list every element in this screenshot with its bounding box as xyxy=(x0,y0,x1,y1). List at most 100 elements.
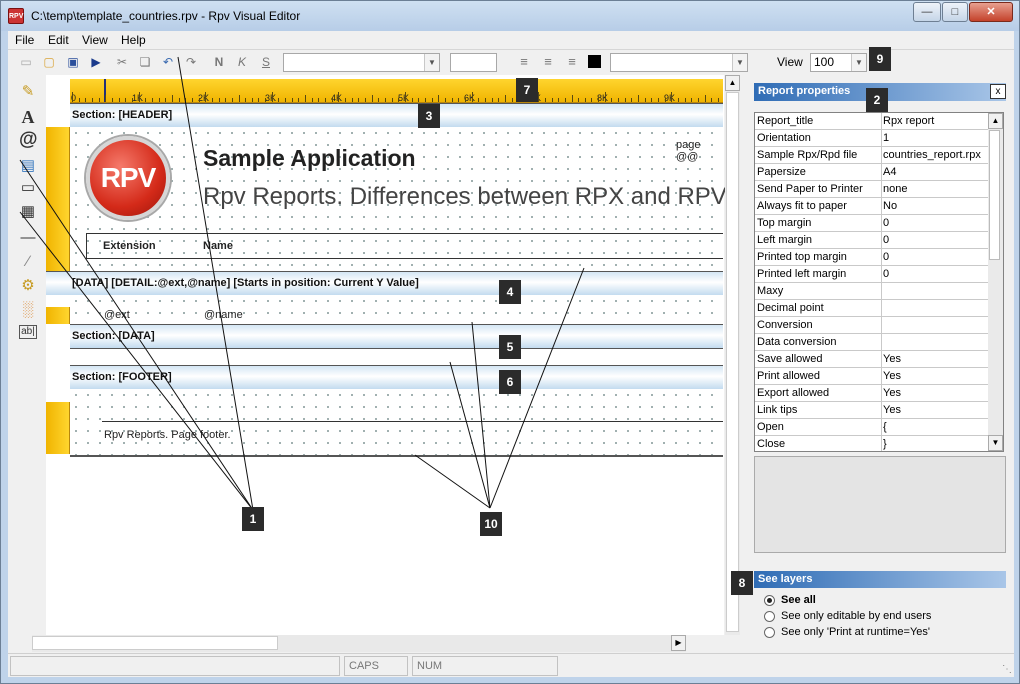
property-value[interactable]: Yes xyxy=(883,353,989,365)
property-value[interactable]: } xyxy=(883,438,989,450)
property-value[interactable]: A4 xyxy=(883,166,989,178)
properties-grid[interactable]: Report_title Rpx report Orientation 1 Sample… xyxy=(754,112,1004,452)
section-header-bar[interactable]: Section: [HEADER] xyxy=(70,103,723,127)
menu-view[interactable]: View xyxy=(82,33,108,47)
layer-radio-editable[interactable] xyxy=(764,611,775,622)
bold-button[interactable]: N xyxy=(211,54,227,70)
style-combo[interactable]: ▼ xyxy=(610,53,748,72)
align-left-icon[interactable]: ≡ xyxy=(516,54,532,70)
new-file-icon[interactable]: ▭ xyxy=(18,54,34,70)
scroll-right-icon[interactable]: ▶ xyxy=(671,635,686,651)
run-preview-icon[interactable]: ▶ xyxy=(88,54,104,70)
section-detail-bar[interactable]: [DATA] [DETAIL:@ext,@name] [Starts in po… xyxy=(46,271,723,295)
property-row[interactable]: Close} xyxy=(755,436,989,451)
property-row[interactable]: Send Paper to Printer none xyxy=(755,181,989,198)
property-value[interactable]: { xyxy=(883,421,989,433)
font-size-field[interactable] xyxy=(450,53,497,72)
column-name-label[interactable]: Name xyxy=(203,240,233,252)
chevron-down-icon[interactable]: ▼ xyxy=(424,54,439,71)
property-value[interactable]: 1 xyxy=(883,132,989,144)
property-row[interactable]: Save allowed Yes xyxy=(755,351,989,368)
layer-radio-print-runtime[interactable] xyxy=(764,627,775,638)
section-footer-bar[interactable]: Section: [FOOTER] xyxy=(70,365,723,389)
align-right-icon[interactable]: ≡ xyxy=(564,54,580,70)
property-value[interactable]: countries_report.rpx xyxy=(883,149,989,161)
text-tool-icon[interactable]: A xyxy=(19,108,37,126)
menu-edit[interactable]: Edit xyxy=(48,33,69,47)
scroll-up-icon[interactable]: ▲ xyxy=(988,113,1003,129)
property-row[interactable]: Printed left margin 0 xyxy=(755,266,989,283)
property-value[interactable]: Yes xyxy=(883,370,989,382)
horizontal-line-tool-icon[interactable]: — xyxy=(19,229,37,247)
property-value[interactable]: 0 xyxy=(883,234,989,246)
data-band[interactable] xyxy=(70,348,723,365)
image-tool-icon[interactable]: ▤ xyxy=(19,157,37,175)
property-row[interactable]: Printed top margin 0 xyxy=(755,249,989,266)
rectangle-tool-icon[interactable]: ▭ xyxy=(19,179,37,197)
report-subtitle-label[interactable]: Rpv Reports. Differences between RPX and… xyxy=(203,183,727,211)
resize-grip-icon[interactable]: ⋱ xyxy=(1002,664,1012,675)
italic-button[interactable]: K xyxy=(234,54,250,70)
layer-option-label[interactable]: See all xyxy=(781,594,816,606)
minimize-button[interactable]: — xyxy=(913,2,941,22)
layer-option-label[interactable]: See only 'Print at runtime=Yes' xyxy=(781,626,930,638)
design-canvas[interactable]: 0 1K 2K 3K 4K 5K 6K 7K 8K 9K Section: [H… xyxy=(46,75,727,635)
header-band[interactable]: RPV Sample Application Rpv Reports. Diff… xyxy=(70,127,727,271)
page-number-field[interactable]: page @@ xyxy=(676,139,723,163)
vertical-scrollbar[interactable]: ▲ xyxy=(725,75,740,635)
field-name[interactable]: @name xyxy=(204,309,243,321)
property-row[interactable]: Report_title Rpx report xyxy=(755,113,989,130)
barcode-tool-icon[interactable]: ▦ xyxy=(19,203,37,221)
scroll-up-icon[interactable]: ▲ xyxy=(725,75,740,91)
close-window-button[interactable]: ✕ xyxy=(969,2,1013,22)
property-value[interactable]: Rpx report xyxy=(883,115,989,127)
property-row[interactable]: Orientation 1 xyxy=(755,130,989,147)
subreport-tool-icon[interactable]: ⚙ xyxy=(19,277,37,295)
footer-text[interactable]: Rpv Reports. Page footer. xyxy=(104,429,231,441)
property-row[interactable]: Print allowed Yes xyxy=(755,368,989,385)
close-properties-icon[interactable]: x xyxy=(990,84,1006,99)
properties-scrollbar[interactable]: ▲ ▼ xyxy=(988,113,1003,451)
property-row[interactable]: Maxy xyxy=(755,283,989,300)
footer-band[interactable]: Rpv Reports. Page footer. xyxy=(70,389,723,457)
zoom-combo[interactable]: 100 ▼ xyxy=(810,53,867,72)
property-row[interactable]: Papersize A4 xyxy=(755,164,989,181)
maximize-button[interactable]: □ xyxy=(942,2,968,22)
column-header-box[interactable]: Extension Name xyxy=(86,233,723,259)
copy-icon[interactable]: ❏ xyxy=(137,54,153,70)
chevron-down-icon[interactable]: ▼ xyxy=(851,54,866,71)
menu-help[interactable]: Help xyxy=(121,33,146,47)
horizontal-scroll-thumb[interactable] xyxy=(32,636,278,650)
cut-icon[interactable]: ✂ xyxy=(114,54,130,70)
property-value[interactable]: none xyxy=(883,183,989,195)
save-icon[interactable]: ▣ xyxy=(65,54,81,70)
chevron-down-icon[interactable]: ▼ xyxy=(732,54,747,71)
vertical-scroll-thumb[interactable] xyxy=(726,92,739,632)
rpv-logo[interactable]: RPV xyxy=(86,136,170,220)
horizontal-scrollbar[interactable]: ▶ xyxy=(32,635,686,652)
field-tool-icon[interactable]: @ xyxy=(19,130,38,149)
property-value[interactable]: Yes xyxy=(883,404,989,416)
redo-icon[interactable]: ↷ xyxy=(183,54,199,70)
layer-radio-see-all[interactable] xyxy=(764,595,775,606)
field-ext[interactable]: @ext xyxy=(104,309,130,321)
column-extension-label[interactable]: Extension xyxy=(103,240,156,252)
underline-button[interactable]: S xyxy=(258,54,274,70)
properties-tool-icon[interactable]: ✎ xyxy=(19,83,37,101)
footer-line[interactable] xyxy=(102,421,723,422)
property-row[interactable]: Left margin 0 xyxy=(755,232,989,249)
property-row[interactable]: Export allowed Yes xyxy=(755,385,989,402)
property-row[interactable]: Link tips Yes xyxy=(755,402,989,419)
textbox-tool-icon[interactable]: ab| xyxy=(19,325,37,339)
property-row[interactable]: Decimal point xyxy=(755,300,989,317)
property-row[interactable]: Conversion xyxy=(755,317,989,334)
property-row[interactable]: Top margin 0 xyxy=(755,215,989,232)
property-row[interactable]: Open { xyxy=(755,419,989,436)
property-value[interactable]: No xyxy=(883,200,989,212)
diagonal-line-tool-icon[interactable]: ∕ xyxy=(19,253,37,271)
color-swatch-icon[interactable] xyxy=(588,55,601,68)
property-value[interactable]: Yes xyxy=(883,387,989,399)
properties-scroll-thumb[interactable] xyxy=(989,130,1000,260)
chart-tool-icon[interactable]: ░ xyxy=(19,301,37,319)
property-row[interactable]: Sample Rpx/Rpd file countries_report.rpx xyxy=(755,147,989,164)
